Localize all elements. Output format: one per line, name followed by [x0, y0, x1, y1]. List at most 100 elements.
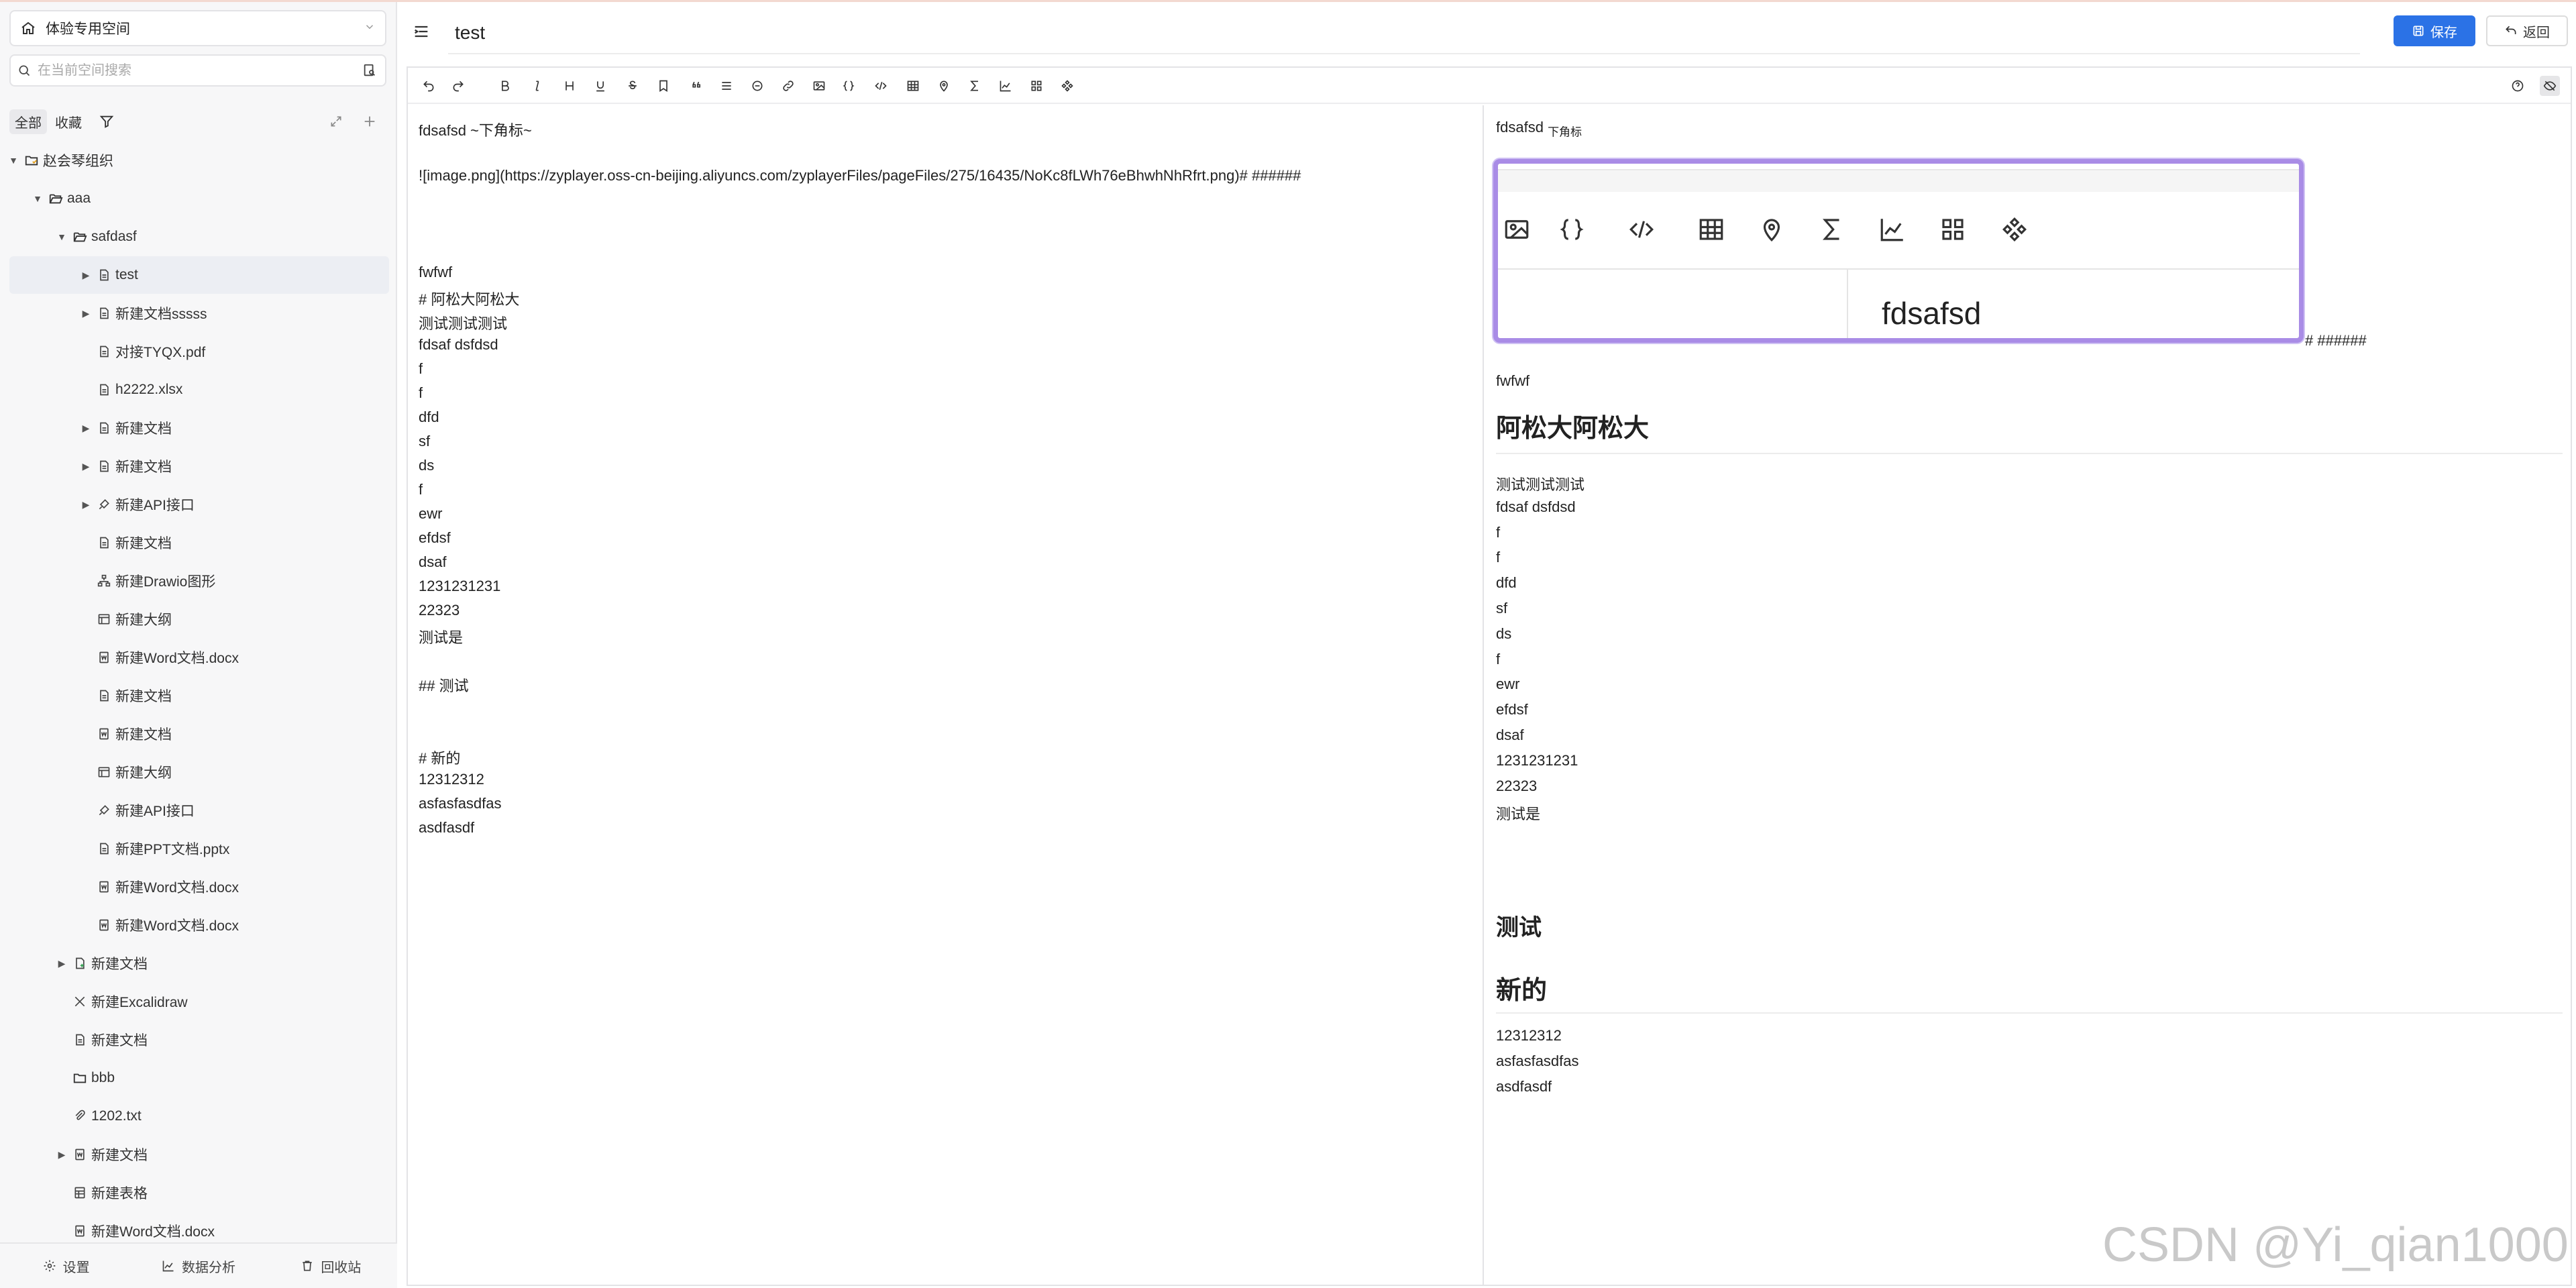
line-chart-icon[interactable] — [996, 76, 1016, 96]
space-selector[interactable]: 体验专用空间 — [9, 10, 386, 46]
component-icon[interactable] — [1057, 76, 1077, 96]
tree-item[interactable]: 新建Drawio图形 — [0, 562, 389, 600]
tree-item[interactable]: bbb — [0, 1059, 389, 1097]
tree-item[interactable]: ▶ 新建文档 — [0, 945, 389, 982]
caret-right-icon[interactable]: ▶ — [55, 1149, 68, 1161]
tree-item[interactable]: 新建API接口 — [0, 792, 389, 829]
caret-right-icon[interactable]: ▶ — [55, 958, 68, 969]
tree-item[interactable]: h2222.xlsx — [0, 371, 389, 409]
recycle-bin-button[interactable]: 回收站 — [265, 1256, 397, 1276]
table-icon[interactable] — [903, 76, 923, 96]
doc-icon — [93, 383, 115, 396]
braces-icon[interactable] — [839, 76, 859, 96]
tree-item[interactable]: 新建Word文档.docx — [0, 639, 389, 676]
underline-icon[interactable] — [590, 76, 610, 96]
preview-line: 测试测试测试 — [1496, 476, 1585, 493]
save-icon — [2413, 25, 2424, 36]
sheet-icon — [68, 1186, 91, 1199]
tree-item[interactable]: ▶ 新建文档 — [0, 1136, 389, 1173]
source-line: fwfwf — [419, 264, 453, 280]
caret-right-icon[interactable]: ▶ — [79, 308, 93, 319]
heading-icon[interactable] — [559, 76, 580, 96]
undo-icon[interactable] — [419, 76, 439, 96]
caret-right-icon[interactable]: ▶ — [79, 423, 93, 434]
tree-item[interactable]: 新建Word文档.docx — [0, 1212, 389, 1243]
filter-icon[interactable] — [90, 114, 123, 129]
tree-item[interactable]: ▶ 新建文档 — [0, 447, 389, 485]
image-icon[interactable] — [809, 76, 829, 96]
list-icon[interactable] — [716, 76, 737, 96]
preview-line: fdsaf dsfdsd — [1496, 498, 1576, 515]
strikethrough-icon[interactable] — [623, 76, 643, 96]
italic-icon[interactable] — [527, 76, 547, 96]
filter-tab-all[interactable]: 全部 — [9, 109, 47, 134]
settings-button[interactable]: 设置 — [0, 1256, 132, 1276]
tree-item[interactable]: ▼ safdasf — [0, 218, 389, 256]
expand-icon[interactable] — [319, 115, 353, 128]
tree-item[interactable]: 新建文档 — [0, 677, 389, 714]
tree-item-label: 新建文档sssss — [115, 307, 207, 322]
save-label: 保存 — [2430, 25, 2457, 40]
analytics-button[interactable]: 数据分析 — [132, 1256, 264, 1276]
tree-item[interactable]: 新建文档 — [0, 1021, 389, 1059]
tree-item[interactable]: 新建Excalidraw — [0, 983, 389, 1020]
redo-icon[interactable] — [448, 76, 468, 96]
location-icon[interactable] — [934, 76, 954, 96]
save-button[interactable]: 保存 — [2394, 15, 2475, 46]
markdown-source-pane[interactable]: fdsafsd ~下角标~ ![image.png](https://zyplay… — [408, 105, 1484, 1286]
menu-toggle-icon[interactable] — [412, 22, 431, 44]
add-icon[interactable] — [353, 114, 386, 129]
source-line: 1231231231 — [419, 578, 501, 594]
code-icon[interactable] — [871, 76, 891, 96]
tree-item[interactable]: 对接TYQX.pdf — [0, 333, 389, 370]
search-input[interactable] — [38, 62, 354, 78]
caret-down-icon[interactable]: ▼ — [7, 155, 20, 166]
tree-item[interactable]: ▶ 新建API接口 — [0, 486, 389, 523]
caret-down-icon[interactable]: ▼ — [31, 193, 44, 204]
tree-item[interactable]: ▶ 新建文档 — [0, 409, 389, 447]
tree-item-label: 新建文档 — [115, 536, 172, 551]
tree-item-label: 新建Word文档.docx — [91, 1224, 215, 1240]
sidebar-footer: 设置 数据分析 回收站 — [0, 1242, 397, 1288]
tree-item[interactable]: 新建文档 — [0, 715, 389, 753]
caret-right-icon[interactable]: ▶ — [79, 461, 93, 472]
gear-icon — [44, 1260, 55, 1272]
api-icon — [93, 498, 115, 511]
tree-item[interactable]: ▼ 赵会琴组织 — [0, 142, 389, 179]
doc-title-input[interactable]: test — [455, 22, 485, 44]
caret-down-icon[interactable]: ▼ — [55, 231, 68, 242]
tree-item[interactable]: 新建大纲 — [0, 600, 389, 638]
tree-item[interactable]: 新建大纲 — [0, 753, 389, 791]
caret-right-icon[interactable]: ▶ — [79, 270, 93, 281]
tree-item[interactable]: ▼ aaa — [0, 180, 389, 217]
preview-toggle-icon[interactable] — [2540, 76, 2560, 96]
preview-text: fdsafsd — [1496, 119, 1544, 136]
tree-item[interactable]: 新建Word文档.docx — [0, 868, 389, 906]
folder-org-icon — [20, 153, 43, 168]
bold-icon[interactable] — [495, 76, 515, 96]
link-icon[interactable] — [778, 76, 798, 96]
grid-icon[interactable] — [1026, 76, 1046, 96]
sigma-icon[interactable] — [965, 76, 985, 96]
quote-icon[interactable] — [687, 76, 707, 96]
tree-item[interactable]: 新建文档 — [0, 524, 389, 561]
search-doc-icon[interactable] — [354, 63, 385, 78]
bookmark-icon[interactable] — [653, 76, 674, 96]
tree-item[interactable]: 新建表格 — [0, 1174, 389, 1212]
preview-line: asdfasdf — [1496, 1077, 1552, 1095]
back-button[interactable]: 返回 — [2486, 15, 2568, 46]
caret-right-icon[interactable]: ▶ — [79, 499, 93, 511]
word-icon — [93, 651, 115, 664]
filter-tab-favorites[interactable]: 收藏 — [50, 109, 87, 134]
help-icon[interactable] — [2508, 76, 2528, 96]
doc-icon — [93, 460, 115, 473]
outline-icon — [93, 612, 115, 626]
preview-subscript: 下角标 — [1548, 125, 1582, 139]
tree-item[interactable]: 新建Word文档.docx — [0, 906, 389, 944]
tree-item[interactable]: 1202.txt — [0, 1097, 389, 1135]
tree-item-label: 新建Word文档.docx — [115, 880, 239, 896]
tree-item[interactable]: 新建PPT文档.pptx — [0, 830, 389, 867]
tree-item[interactable]: ▶ test — [9, 256, 389, 294]
tree-item[interactable]: ▶ 新建文档sssss — [0, 294, 389, 332]
minus-circle-icon[interactable] — [747, 76, 767, 96]
